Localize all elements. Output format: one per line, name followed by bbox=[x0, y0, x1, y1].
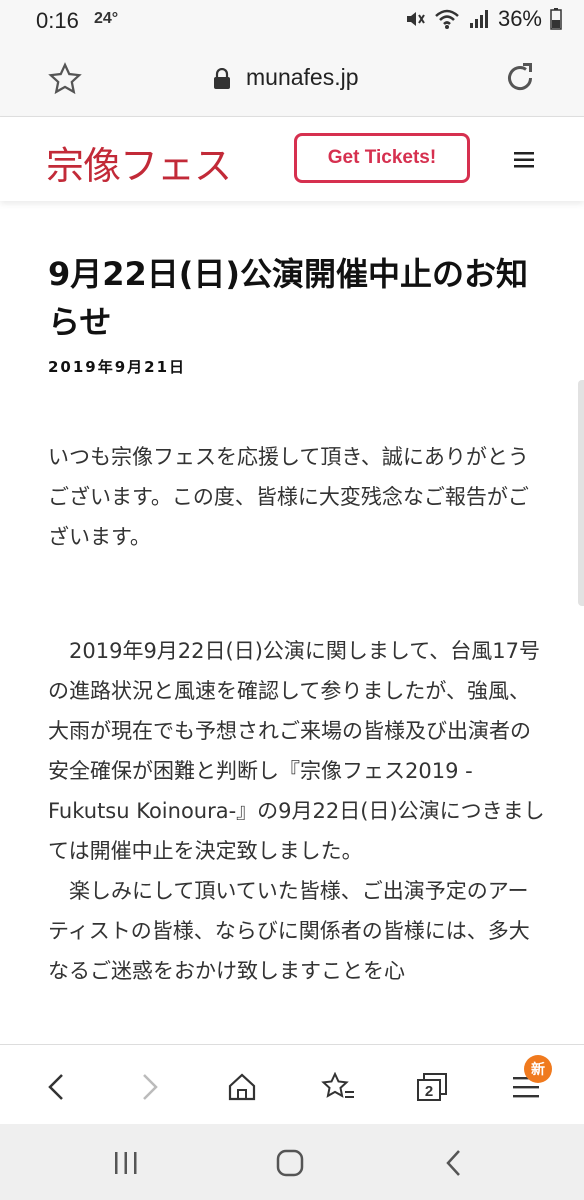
home-nav-icon bbox=[276, 1149, 304, 1177]
status-icons: 36% bbox=[404, 6, 562, 32]
signal-icon bbox=[469, 10, 488, 28]
site-logo[interactable]: 宗像フェス bbox=[46, 135, 232, 190]
side-scroll-handle[interactable] bbox=[578, 380, 584, 606]
reload-icon[interactable] bbox=[502, 60, 538, 96]
battery-percent: 36% bbox=[497, 6, 542, 31]
home-icon bbox=[228, 1073, 256, 1101]
article-paragraph: 楽しみにして頂いていた皆様、ご出演予定のアーティストの皆様、ならびに関係者の皆様… bbox=[48, 879, 530, 983]
tabs-icon: 2 bbox=[417, 1073, 447, 1101]
bookmark-list-icon bbox=[321, 1072, 354, 1098]
browser-bottom-toolbar: 2 新 bbox=[0, 1044, 584, 1125]
battery-icon bbox=[550, 8, 562, 30]
article-paragraph: 2019年9月22日(日)公演に関しまして、台風17号の進路状況と風速を確認して… bbox=[48, 639, 545, 863]
recent-apps-button[interactable] bbox=[106, 1146, 146, 1180]
article-date: 2019年9月21日 bbox=[48, 358, 187, 376]
article: 9月22日(日)公演開催中止のお知らせ 2019年9月21日 いつも宗像フェスを… bbox=[48, 250, 548, 991]
back-nav-button[interactable] bbox=[434, 1146, 474, 1180]
lock-icon bbox=[214, 68, 230, 89]
url-text[interactable]: munafes.jp bbox=[246, 64, 359, 91]
new-badge: 新 bbox=[524, 1055, 552, 1083]
mute-icon bbox=[406, 12, 425, 26]
back-button[interactable] bbox=[36, 1067, 76, 1107]
status-time: 0:16 bbox=[36, 8, 79, 33]
tabs-button[interactable]: 2 bbox=[412, 1067, 452, 1107]
chevron-right-icon bbox=[143, 1074, 158, 1100]
chevron-left-icon bbox=[48, 1074, 63, 1100]
back-nav-icon bbox=[446, 1150, 460, 1176]
hamburger-menu-icon[interactable] bbox=[514, 151, 536, 169]
article-paragraph: いつも宗像フェスを応援して頂き、誠にありがとうございます。この度、皆様に大変残念… bbox=[48, 445, 529, 549]
home-nav-button[interactable] bbox=[270, 1146, 310, 1180]
browser-url-bar: munafes.jp bbox=[0, 44, 584, 117]
recent-apps-icon bbox=[115, 1152, 137, 1174]
status-bar: 0:16 24° 36% bbox=[0, 0, 584, 44]
site-header: 宗像フェス Get Tickets! bbox=[0, 117, 584, 201]
tabs-count: 2 bbox=[425, 1083, 433, 1100]
bookmark-star-icon[interactable] bbox=[48, 62, 82, 96]
article-title: 9月22日(日)公演開催中止のお知らせ bbox=[48, 255, 529, 341]
get-tickets-button[interactable]: Get Tickets! bbox=[294, 133, 470, 183]
home-button[interactable] bbox=[222, 1067, 262, 1107]
system-navigation-bar bbox=[0, 1124, 584, 1200]
status-temperature: 24° bbox=[94, 10, 119, 27]
wifi-icon bbox=[435, 9, 459, 29]
forward-button[interactable] bbox=[130, 1067, 170, 1107]
bookmarks-button[interactable] bbox=[318, 1067, 358, 1107]
